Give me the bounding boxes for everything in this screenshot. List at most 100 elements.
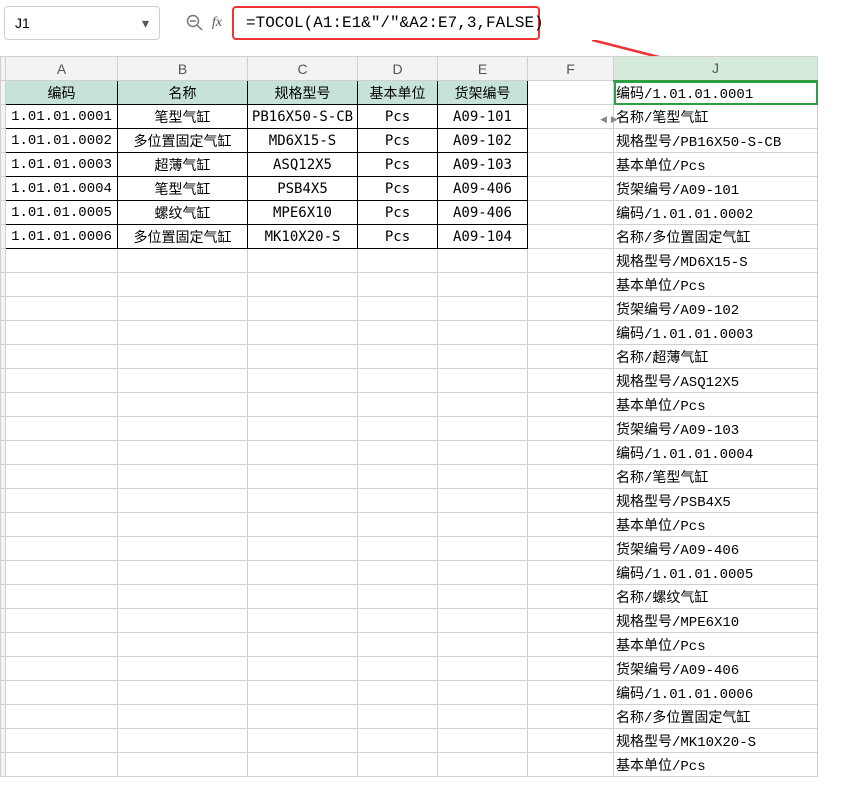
cell[interactable] [6,729,118,753]
cell[interactable] [6,657,118,681]
cell[interactable] [6,537,118,561]
cell[interactable]: Pcs [358,105,438,129]
cell[interactable]: A09-104 [438,225,528,249]
cell[interactable] [248,729,358,753]
cell[interactable] [6,249,118,273]
cell[interactable] [358,537,438,561]
cell[interactable]: 货架编号/A09-101 [614,177,818,201]
cell[interactable] [438,705,528,729]
cell[interactable]: 规格型号/MPE6X10 [614,609,818,633]
cell[interactable]: 超薄气缸 [118,153,248,177]
cell[interactable]: 编码/1.01.01.0006 [614,681,818,705]
cell[interactable] [248,249,358,273]
cell[interactable]: 规格型号/MK10X20-S [614,729,818,753]
cell[interactable] [6,681,118,705]
cell[interactable] [438,345,528,369]
cell[interactable] [118,345,248,369]
cell[interactable] [118,609,248,633]
cell[interactable]: 基本单位/Pcs [614,153,818,177]
cell[interactable] [438,633,528,657]
cell[interactable] [358,681,438,705]
cell[interactable] [118,729,248,753]
cell[interactable]: Pcs [358,201,438,225]
cell[interactable] [118,753,248,777]
cell[interactable]: Pcs [358,153,438,177]
cell[interactable] [358,489,438,513]
cell[interactable] [6,633,118,657]
cell[interactable] [118,633,248,657]
col-header-C[interactable]: C [248,57,358,81]
cell[interactable] [528,753,614,777]
cell[interactable] [528,393,614,417]
cell[interactable] [118,657,248,681]
cell[interactable] [6,417,118,441]
cell[interactable]: 基本单位/Pcs [614,273,818,297]
cell[interactable] [248,705,358,729]
cell[interactable] [438,489,528,513]
cell[interactable] [528,177,614,201]
cell[interactable] [248,393,358,417]
cell[interactable] [6,369,118,393]
cell[interactable] [438,249,528,273]
cell[interactable] [248,489,358,513]
cell[interactable]: 基本单位/Pcs [614,513,818,537]
cell[interactable] [528,705,614,729]
cell[interactable] [118,681,248,705]
cell[interactable]: MD6X15-S [248,129,358,153]
cell[interactable] [358,345,438,369]
cell[interactable] [358,657,438,681]
cell[interactable]: Pcs [358,129,438,153]
cell[interactable]: Pcs [358,177,438,201]
cell[interactable] [248,561,358,585]
cell[interactable] [6,585,118,609]
cell[interactable] [528,681,614,705]
cell[interactable] [248,273,358,297]
cell[interactable] [358,321,438,345]
cell[interactable]: ASQ12X5 [248,153,358,177]
cell[interactable] [438,273,528,297]
cell[interactable] [358,753,438,777]
cell[interactable] [528,129,614,153]
cell[interactable] [358,441,438,465]
cell[interactable] [438,609,528,633]
cell[interactable] [528,369,614,393]
cell[interactable] [528,321,614,345]
cell[interactable]: 名称/笔型气缸 [614,105,818,129]
cell[interactable] [118,297,248,321]
col-header-F[interactable]: F [528,57,614,81]
cell[interactable] [438,297,528,321]
cell[interactable] [118,273,248,297]
cell[interactable]: 货架编号/A09-102 [614,297,818,321]
cell[interactable] [118,249,248,273]
cell[interactable] [438,417,528,441]
column-resize-handle[interactable]: ◀▶ [600,114,618,125]
cell[interactable] [528,633,614,657]
cell[interactable] [6,753,118,777]
cell[interactable] [6,489,118,513]
cell[interactable]: 1.01.01.0004 [6,177,118,201]
cell[interactable] [6,321,118,345]
cell[interactable] [118,441,248,465]
cell[interactable] [248,465,358,489]
cell[interactable] [358,393,438,417]
cell[interactable]: 编码/1.01.01.0005 [614,561,818,585]
cell[interactable]: 1.01.01.0003 [6,153,118,177]
cell[interactable] [438,393,528,417]
cell[interactable] [6,465,118,489]
cell[interactable] [528,417,614,441]
cell[interactable]: PSB4X5 [248,177,358,201]
cell[interactable]: 编码/1.01.01.0001 [614,81,818,105]
cell[interactable] [438,369,528,393]
cell[interactable] [6,609,118,633]
cell[interactable] [248,297,358,321]
cell[interactable] [6,393,118,417]
cell[interactable] [438,657,528,681]
cell[interactable] [528,609,614,633]
cell[interactable] [358,513,438,537]
cell[interactable] [358,369,438,393]
cell[interactable] [528,513,614,537]
formula-input[interactable]: =TOCOL(A1:E1&"/"&A2:E7,3,FALSE) [232,6,540,40]
zoom-out-icon[interactable] [184,12,206,34]
cell[interactable] [528,345,614,369]
cell[interactable]: 1.01.01.0006 [6,225,118,249]
